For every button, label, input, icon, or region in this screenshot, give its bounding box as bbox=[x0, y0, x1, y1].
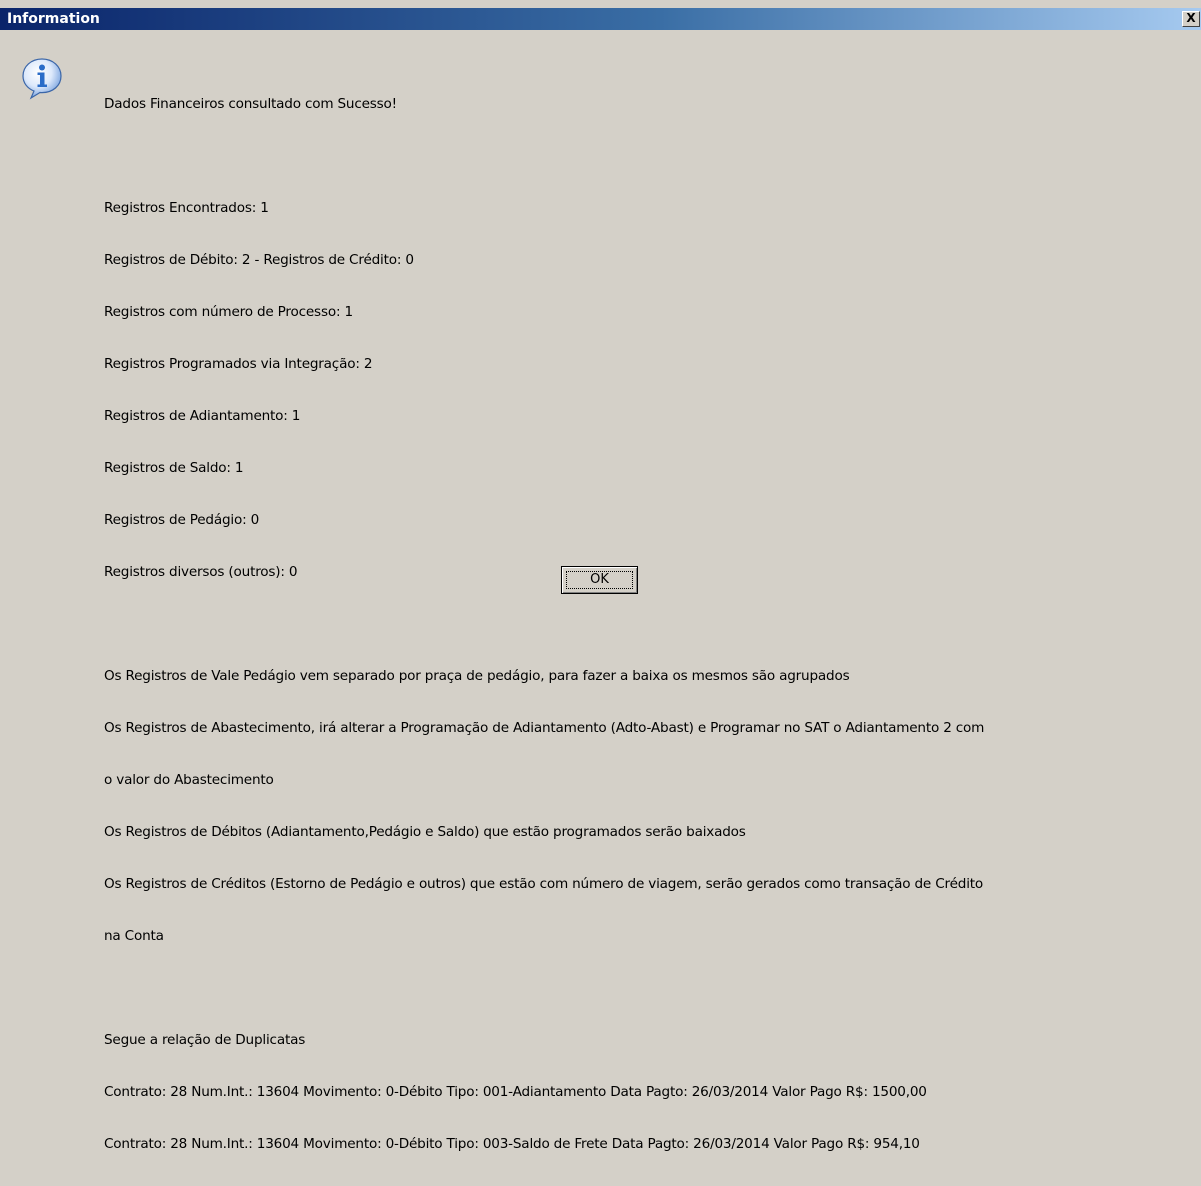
message-line: Registros Programados via Integração: 2 bbox=[104, 356, 373, 372]
message-line: Registros de Pedágio: 0 bbox=[104, 512, 260, 528]
message-line: Registros Encontrados: 1 bbox=[104, 200, 269, 216]
message-line: Registros de Débito: 2 - Registros de Cr… bbox=[104, 252, 414, 268]
message-line bbox=[104, 978, 984, 998]
message-text: Dados Financeiros consultado com Sucesso… bbox=[104, 62, 984, 1186]
message-line: Segue a relação de Duplicatas bbox=[104, 1032, 306, 1048]
message-line: Os Registros de Vale Pedágio vem separad… bbox=[104, 668, 850, 684]
close-button[interactable]: X bbox=[1182, 11, 1200, 27]
message-line: Dados Financeiros consultado com Sucesso… bbox=[104, 96, 397, 112]
message-line: Contrato: 28 Num.Int.: 13604 Movimento: … bbox=[104, 1136, 920, 1152]
info-icon bbox=[22, 58, 62, 100]
window-title: Information bbox=[7, 11, 100, 27]
message-line bbox=[104, 146, 984, 166]
message-line: o valor do Abastecimento bbox=[104, 772, 274, 788]
ok-button-label: OK bbox=[590, 572, 609, 587]
close-icon: X bbox=[1186, 11, 1196, 25]
message-line: Registros com número de Processo: 1 bbox=[104, 304, 353, 320]
message-line: Registros de Saldo: 1 bbox=[104, 460, 244, 476]
message-line: Registros diversos (outros): 0 bbox=[104, 564, 298, 580]
ok-button[interactable]: OK bbox=[561, 566, 638, 594]
message-line bbox=[104, 614, 984, 634]
message-line: na Conta bbox=[104, 928, 164, 944]
message-line: Os Registros de Débitos (Adiantamento,Pe… bbox=[104, 824, 746, 840]
title-bar[interactable]: Information X bbox=[0, 8, 1201, 30]
message-line: Os Registros de Créditos (Estorno de Ped… bbox=[104, 876, 984, 892]
information-dialog: Information X Dados Financeiros consulta… bbox=[0, 0, 1201, 1152]
message-line: Registros de Adiantamento: 1 bbox=[104, 408, 301, 424]
message-line: Contrato: 28 Num.Int.: 13604 Movimento: … bbox=[104, 1084, 927, 1100]
message-line: Os Registros de Abastecimento, irá alter… bbox=[104, 720, 985, 736]
